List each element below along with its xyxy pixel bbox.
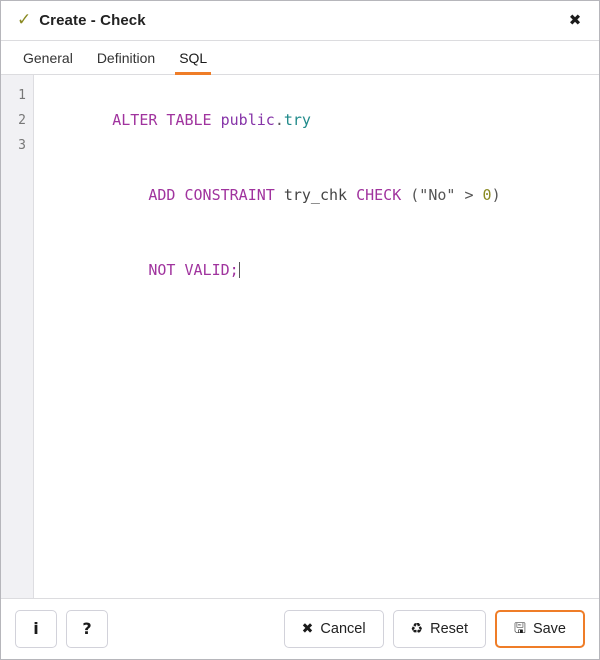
sql-token-punct: .: [274, 111, 284, 129]
line-number-gutter: 1 2 3: [1, 75, 34, 598]
text-cursor: [238, 262, 240, 278]
sql-token-keyword: ADD CONSTRAINT: [148, 186, 284, 204]
dialog-footer: i ? ✖ Cancel ♻ Reset 🖫 Save: [1, 598, 599, 659]
close-x-icon: ✖: [301, 621, 314, 637]
sql-token-keyword: ALTER TABLE: [112, 111, 221, 129]
create-check-dialog: ✓ Create - Check ✖ General Definition SQ…: [0, 0, 600, 660]
sql-token-number: 0: [482, 186, 492, 204]
info-icon: i: [33, 619, 39, 638]
check-icon: ✓: [17, 10, 32, 30]
sql-code-area[interactable]: ALTER TABLE public.try ADD CONSTRAINT tr…: [34, 75, 599, 598]
cancel-button-label: Cancel: [320, 621, 366, 637]
sql-token-indent: [112, 186, 148, 204]
line-number: 2: [18, 113, 26, 128]
save-button-label: Save: [532, 621, 566, 637]
sql-token-identifier: try: [283, 111, 311, 129]
footer-right-group: ✖ Cancel ♻ Reset 🖫 Save: [283, 610, 585, 648]
cancel-button[interactable]: ✖ Cancel: [283, 610, 384, 648]
reset-button-label: Reset: [430, 621, 468, 637]
dialog-titlebar: ✓ Create - Check ✖: [1, 1, 599, 41]
tab-bar: General Definition SQL: [1, 41, 599, 75]
close-icon[interactable]: ✖: [565, 11, 585, 31]
tab-general[interactable]: General: [11, 41, 85, 74]
code-line: NOT VALID;: [40, 233, 599, 308]
sql-editor[interactable]: 1 2 3 ALTER TABLE public.try ADD CONSTRA…: [1, 75, 599, 598]
question-mark-icon: ?: [82, 619, 92, 638]
line-number: 3: [18, 138, 26, 153]
sql-token-schema: public: [220, 111, 275, 129]
sql-token-keyword: CHECK: [356, 186, 411, 204]
save-button[interactable]: 🖫 Save: [495, 610, 585, 648]
footer-left-group: i ?: [15, 610, 108, 648]
code-line: ALTER TABLE public.try: [40, 83, 599, 158]
sql-token-punct: ): [491, 186, 501, 204]
tab-definition[interactable]: Definition: [85, 41, 167, 74]
line-number: 1: [18, 88, 26, 103]
help-button[interactable]: ?: [66, 610, 108, 648]
sql-token-constraint-name: try_chk: [283, 186, 357, 204]
sql-token-keyword: NOT VALID;: [148, 261, 239, 279]
dialog-title: Create - Check: [39, 12, 146, 29]
reset-button[interactable]: ♻ Reset: [392, 610, 486, 648]
code-line: ADD CONSTRAINT try_chk CHECK ("No" > 0): [40, 158, 599, 233]
info-button[interactable]: i: [15, 610, 57, 648]
floppy-disk-icon: 🖫: [514, 621, 526, 637]
recycle-icon: ♻: [410, 621, 424, 637]
sql-token-indent: [112, 261, 148, 279]
sql-token-expression: ("No" >: [410, 186, 483, 204]
tab-sql[interactable]: SQL: [167, 41, 219, 75]
